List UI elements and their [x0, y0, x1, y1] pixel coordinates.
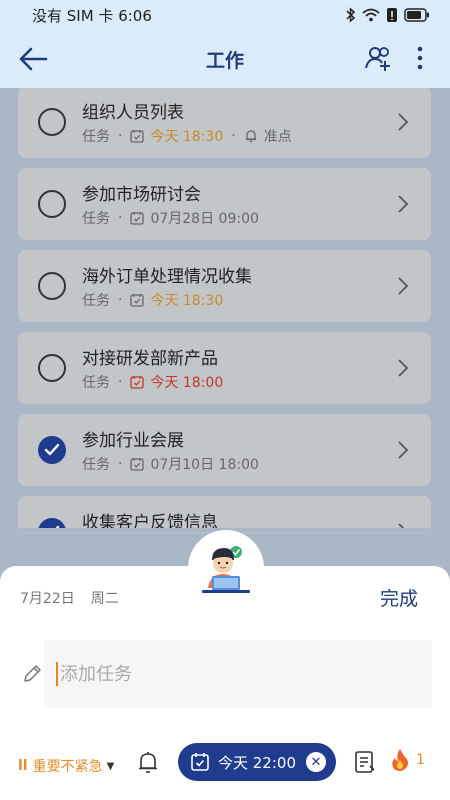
- task-type: 任务: [82, 293, 110, 309]
- task-checkbox[interactable]: [38, 272, 66, 300]
- more-options-icon[interactable]: [410, 44, 430, 72]
- task-meta: 任务 · 07月10日 18:00: [82, 456, 259, 473]
- battery-icon: [404, 8, 430, 22]
- task-reminder: 准点: [263, 129, 292, 145]
- task-title: 收集客户反馈信息: [82, 513, 218, 528]
- task-title: 海外订单处理情况收集: [82, 267, 252, 287]
- calendar-icon: [130, 211, 145, 225]
- due-date-text: 今天 22:00: [218, 753, 296, 772]
- task-card[interactable]: 收集客户反馈信息: [18, 496, 431, 528]
- status-bar: 没有 SIM 卡 6:06: [0, 0, 450, 30]
- alarm-icon: [244, 129, 258, 143]
- chevron-right-icon: [397, 276, 409, 300]
- task-type: 任务: [82, 129, 110, 145]
- task-input-box: [44, 640, 444, 708]
- task-checkbox[interactable]: [38, 354, 66, 382]
- chevron-right-icon: [397, 112, 409, 136]
- task-checkbox[interactable]: [38, 190, 66, 218]
- priority-selector[interactable]: ll 重要不紧急 ▼: [18, 756, 114, 776]
- task-list: 组织人员列表 任务 · 今天 18:30 · 准点 参加市场研讨会 任务 · 0…: [0, 88, 450, 528]
- sheet-toolbar: ll 重要不紧急 ▼ 今天 22:00 ✕ 1: [0, 742, 450, 786]
- note-icon[interactable]: [354, 750, 376, 778]
- due-date-chip[interactable]: 今天 22:00 ✕: [178, 743, 336, 781]
- clear-date-icon[interactable]: ✕: [306, 752, 326, 772]
- task-due-time: 07月28日 09:00: [150, 211, 259, 227]
- chevron-right-icon: [397, 358, 409, 382]
- task-card[interactable]: 组织人员列表 任务 · 今天 18:30 · 准点: [18, 88, 431, 158]
- avatar: [188, 530, 264, 606]
- task-card[interactable]: 海外订单处理情况收集 任务 · 今天 18:30: [18, 250, 431, 322]
- working-person-illustration: [202, 546, 250, 593]
- streak-count: 1: [416, 752, 425, 768]
- task-title: 对接研发部新产品: [82, 349, 218, 369]
- task-type: 任务: [82, 211, 110, 227]
- calendar-icon: [130, 293, 145, 307]
- task-type: 任务: [82, 375, 110, 391]
- chevron-right-icon: [397, 440, 409, 464]
- top-app-bar: 工作: [0, 30, 450, 88]
- sim-alert-icon: [386, 7, 398, 23]
- task-checkbox-checked[interactable]: [38, 436, 66, 464]
- task-card[interactable]: 参加市场研讨会 任务 · 07月28日 09:00: [18, 168, 431, 240]
- task-checkbox-checked[interactable]: [38, 518, 66, 528]
- calendar-icon: [190, 752, 210, 772]
- sheet-weekday: 周二: [90, 591, 119, 607]
- task-meta: 任务 · 今天 18:30 · 准点: [82, 128, 292, 145]
- add-member-icon[interactable]: [364, 44, 392, 72]
- chevron-right-icon: [397, 522, 409, 528]
- task-checkbox[interactable]: [38, 108, 66, 136]
- priority-bars-icon: ll: [18, 758, 28, 774]
- streak-indicator[interactable]: 1: [390, 748, 425, 772]
- fire-icon: [390, 748, 410, 772]
- reminder-bell-icon[interactable]: [136, 750, 160, 780]
- sheet-date: 7月22日 周二: [20, 588, 119, 608]
- pencil-icon: [22, 664, 42, 688]
- task-card[interactable]: 对接研发部新产品 任务 · 今天 18:00: [18, 332, 431, 404]
- task-due-time: 今天 18:30: [150, 129, 224, 145]
- priority-label: 重要不紧急: [32, 759, 103, 775]
- caret-down-icon: ▼: [106, 760, 115, 772]
- task-due-time: 今天 18:30: [150, 293, 224, 309]
- task-title: 组织人员列表: [82, 103, 184, 123]
- task-input[interactable]: [56, 662, 444, 686]
- task-meta: 任务 · 今天 18:30: [82, 292, 224, 309]
- task-meta: 任务 · 今天 18:00: [82, 374, 224, 391]
- calendar-icon: [130, 457, 145, 471]
- bluetooth-icon: [346, 7, 356, 23]
- task-due-time: 今天 18:00: [150, 375, 224, 391]
- chevron-right-icon: [397, 194, 409, 218]
- calendar-icon: [130, 375, 145, 389]
- task-due-time: 07月10日 18:00: [150, 457, 259, 473]
- task-meta: 任务 · 07月28日 09:00: [82, 210, 259, 227]
- calendar-icon: [130, 129, 145, 143]
- task-title: 参加行业会展: [82, 431, 184, 451]
- wifi-icon: [362, 8, 380, 22]
- task-card[interactable]: 参加行业会展 任务 · 07月10日 18:00: [18, 414, 431, 486]
- sheet-date-day: 7月22日: [20, 591, 75, 607]
- task-type: 任务: [82, 457, 110, 473]
- status-carrier-time: 没有 SIM 卡 6:06: [32, 6, 152, 25]
- done-button[interactable]: 完成: [380, 584, 418, 611]
- task-title: 参加市场研讨会: [82, 185, 201, 205]
